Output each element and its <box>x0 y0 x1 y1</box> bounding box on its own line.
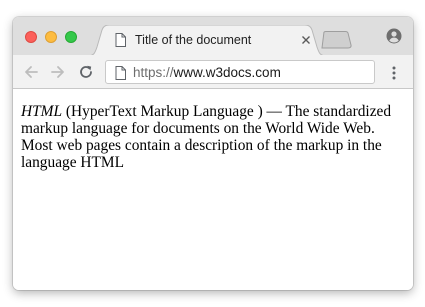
url-scheme: https:// <box>133 65 174 80</box>
reload-icon[interactable] <box>78 64 94 80</box>
window-zoom-button[interactable] <box>65 31 77 43</box>
html-definition: (HyperText Markup Language ) — The stand… <box>21 103 392 171</box>
back-arrow-icon[interactable] <box>23 64 39 80</box>
tab-strip: Title of the document <box>13 17 413 56</box>
url-host: www.w3docs.com <box>173 65 281 80</box>
page-info-icon[interactable] <box>115 66 126 80</box>
tab-active[interactable]: Title of the document <box>87 25 327 56</box>
browser-window: Title of the document https://www.w3docs… <box>13 17 413 290</box>
close-icon[interactable] <box>301 35 311 45</box>
page-content: HTML (HyperText Markup Language ) — The … <box>13 89 413 290</box>
page-paragraph: HTML (HyperText Markup Language ) — The … <box>21 103 399 171</box>
tab-title: Title of the document <box>135 33 252 47</box>
forward-arrow-icon[interactable] <box>50 64 66 80</box>
more-vertical-icon[interactable] <box>391 66 397 80</box>
profile-icon[interactable] <box>386 28 402 44</box>
new-tab-icon[interactable] <box>321 31 355 49</box>
address-bar[interactable]: https://www.w3docs.com <box>105 60 375 84</box>
url-text[interactable]: https://www.w3docs.com <box>133 65 281 80</box>
window-close-button[interactable] <box>25 31 37 43</box>
html-term: HTML <box>21 103 63 120</box>
document-icon <box>115 33 126 47</box>
window-minimize-button[interactable] <box>45 31 57 43</box>
browser-toolbar: https://www.w3docs.com <box>13 55 413 89</box>
